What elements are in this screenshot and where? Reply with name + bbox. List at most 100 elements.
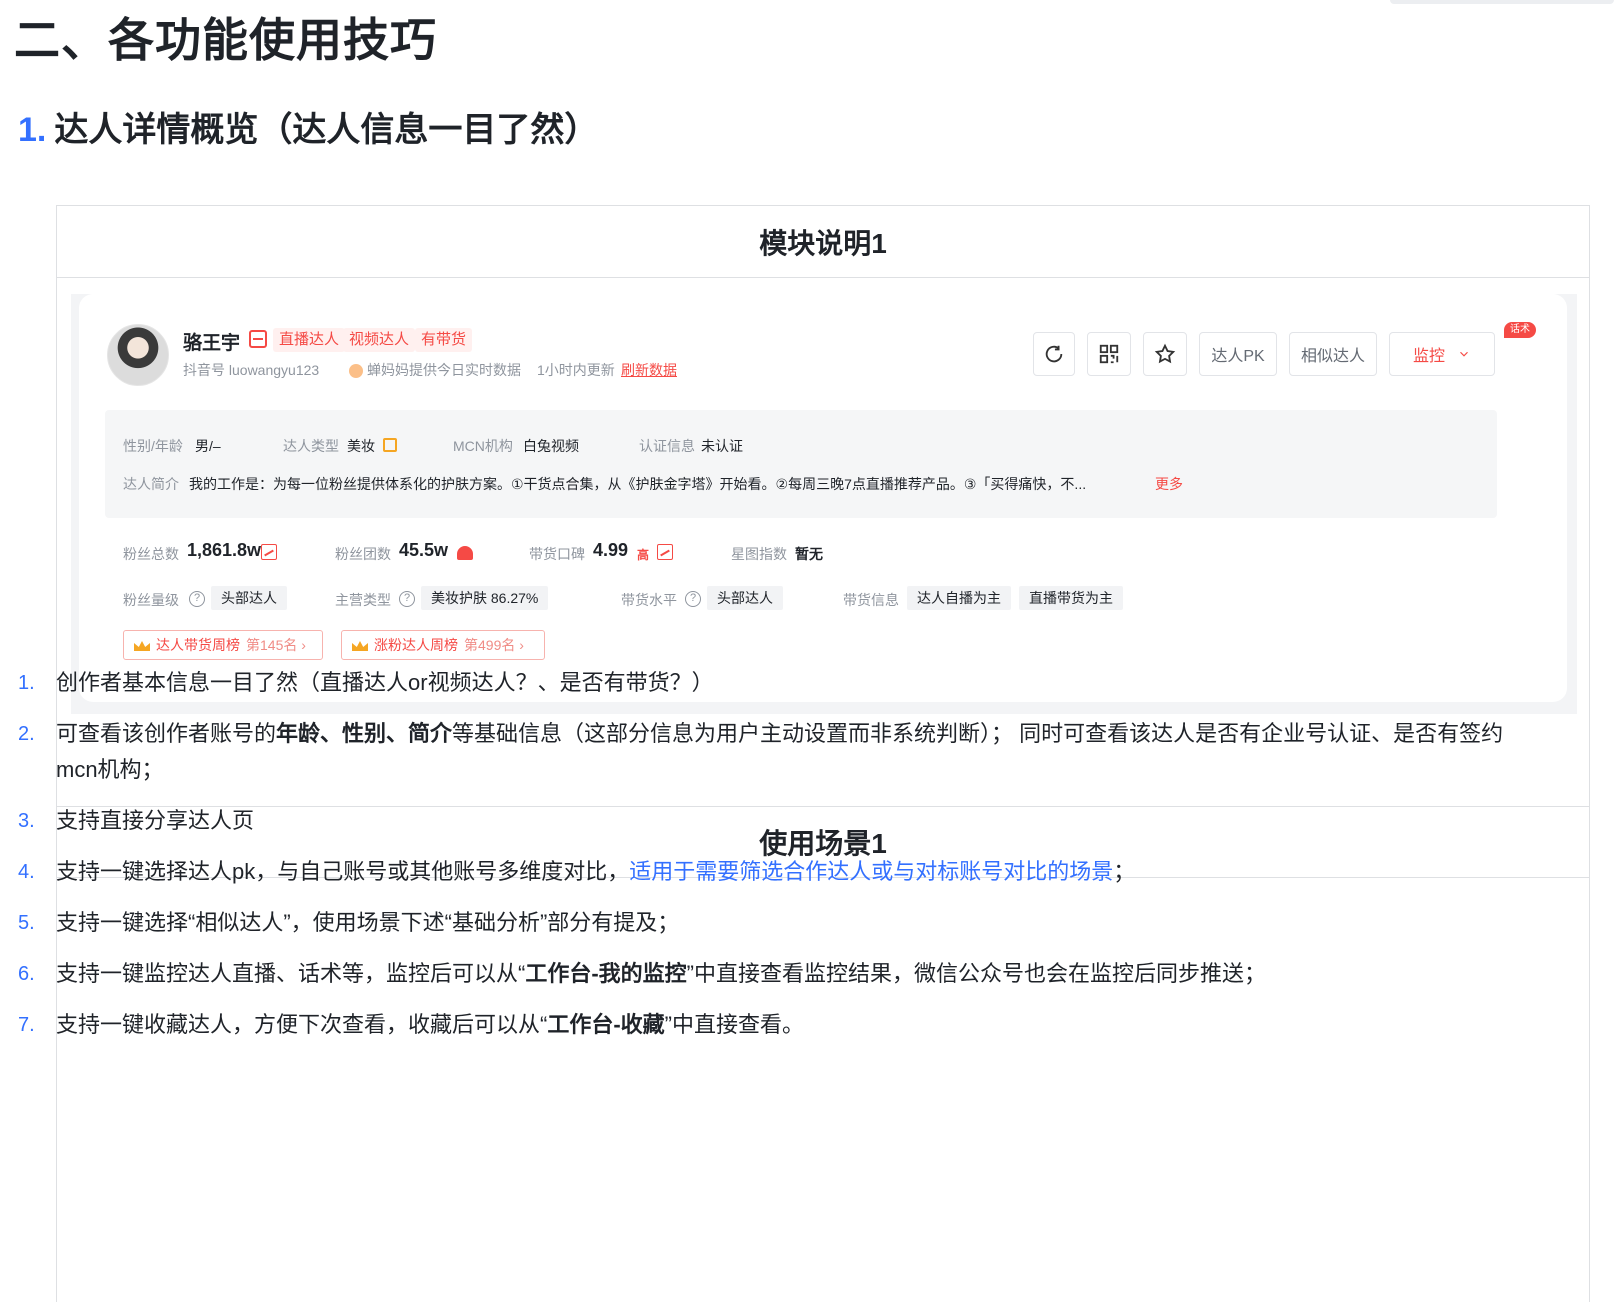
fan-group-label: 粉丝团数 — [335, 546, 391, 562]
douyin-id: 抖音号 luowangyu123 — [183, 362, 320, 378]
list-item: 5. 支持一键选择“相似达人”，使用场景下述“基础分析”部分有提及； — [18, 905, 1518, 941]
info-dot-icon — [349, 364, 363, 378]
type-value: 美妆 — [347, 438, 375, 454]
favorite-button[interactable] — [1143, 332, 1187, 376]
crown-icon — [352, 641, 368, 651]
list-number: 4. — [18, 861, 35, 883]
list-text: ； — [1113, 859, 1136, 884]
trend-icon[interactable] — [657, 544, 673, 560]
gender-age-label: 性别/年龄 — [123, 438, 183, 454]
monitor-button[interactable]: 监控 — [1389, 332, 1495, 376]
chevron-down-icon — [1460, 351, 1468, 357]
reputation-value: 4.99 — [593, 540, 629, 560]
sell-level-chip: 头部达人 — [707, 586, 783, 610]
tag-live: 直播达人 — [273, 328, 346, 352]
fan-group-icon — [457, 546, 473, 560]
bold-text: 工作台-我的监控 — [525, 961, 687, 986]
tag-goods: 有带货 — [415, 328, 473, 352]
star-index-label: 星图指数 — [731, 546, 787, 562]
tag-video: 视频达人 — [343, 328, 416, 352]
help-icon[interactable]: ? — [189, 591, 205, 607]
list-text: 支持一键选择达人pk，与自己账号或其他账号多维度对比， — [56, 859, 630, 884]
list-item: 1. 创作者基本信息一目了然（直播达人or视频达人？、是否有带货？） — [18, 665, 1518, 701]
list-text: 创作者基本信息一目了然（直播达人or视频达人？、是否有带货？） — [56, 670, 714, 695]
help-icon[interactable]: ? — [685, 591, 701, 607]
list-text: ”中直接查看监控结果，微信公众号也会在监控后同步推送； — [686, 961, 1266, 986]
intro-label: 达人简介 — [123, 476, 179, 492]
fan-group-value: 45.5w — [399, 540, 449, 560]
cert-value: 未认证 — [701, 438, 743, 454]
list-number: 6. — [18, 963, 35, 985]
avatar[interactable] — [107, 324, 169, 386]
scenario-list: 1. 创作者基本信息一目了然（直播达人or视频达人？、是否有带货？） 2. 可查看该创… — [18, 665, 1518, 1058]
data-source: 蝉妈妈提供今日实时数据 — [367, 362, 521, 378]
profile-card: 骆王宇 直播达人 视频达人 有带货 抖音号 luowangyu123 蝉妈妈提供… — [79, 294, 1567, 702]
list-number: 7. — [18, 1014, 35, 1036]
list-text: 支持一键监控达人直播、话术等，监控后可以从“ — [56, 961, 526, 986]
refresh-button[interactable] — [1033, 332, 1075, 376]
fans-level-label: 粉丝量级 — [123, 592, 179, 608]
list-item: 3. 支持直接分享达人页 — [18, 803, 1518, 839]
profile-name: 骆王宇 — [183, 333, 241, 354]
table-header-module: 模块说明1 — [57, 206, 1589, 278]
mcn-label: MCN机构 — [453, 438, 513, 454]
trend-icon[interactable] — [261, 544, 277, 560]
intro-value: 我的工作是：为每一位粉丝提供体系化的护肤方案。①干货点合集，从《护肤金字塔》开始… — [189, 476, 1087, 492]
sell-level-label: 带货水平 — [621, 592, 677, 608]
pk-button[interactable]: 达人PK — [1199, 332, 1277, 376]
subsection-title: 1. 达人详情概览（达人信息一目了然） — [18, 102, 598, 151]
verify-badge-icon — [249, 330, 267, 348]
rank-title: 达人带货周榜 — [156, 637, 240, 653]
list-number: 1. — [18, 672, 35, 694]
more-link[interactable]: 更多 — [1155, 474, 1183, 494]
refresh-icon — [1045, 345, 1063, 363]
rank-position: 第145名 › — [246, 637, 306, 653]
rank-position: 第499名 › — [464, 637, 524, 653]
main-type-chip: 美妆护肤 86.27% — [421, 586, 549, 610]
star-icon — [1154, 343, 1176, 364]
fans-value: 1,861.8w — [187, 540, 262, 560]
help-icon[interactable]: ? — [399, 591, 415, 607]
list-item: 2. 可查看该创作者账号的年龄、性别、简介等基础信息（这部分信息为用户主动设置而非… — [18, 716, 1518, 788]
crown-icon — [134, 641, 150, 651]
rank-sales-week[interactable]: 达人带货周榜 第145名 › — [123, 630, 323, 660]
refresh-link[interactable]: 刷新数据 — [621, 360, 677, 380]
info-box: 性别/年龄 男/– 达人类型 美妆 MCN机构 白兔视频 认证信息 未认证 达人… — [105, 410, 1497, 518]
update-note: 1小时内更新 — [537, 362, 615, 378]
highlight-text: 适用于需要筛选合作达人或与对标账号对比的场景 — [629, 859, 1114, 884]
edit-icon[interactable] — [383, 438, 397, 452]
bold-text: 工作台-收藏 — [547, 1012, 665, 1037]
mcn-value: 白兔视频 — [523, 438, 579, 454]
section-title: 二、各功能使用技巧 — [14, 14, 437, 66]
bold-text: 年龄、性别、简介 — [276, 721, 453, 746]
similar-button[interactable]: 相似达人 — [1289, 332, 1377, 376]
cert-label: 认证信息 — [639, 438, 695, 454]
fans-level-chip: 头部达人 — [211, 586, 287, 610]
qrcode-button[interactable] — [1087, 332, 1131, 376]
list-text: 可查看该创作者账号的 — [56, 721, 277, 746]
sell-info-chip: 达人自播为主 — [907, 586, 1011, 610]
list-text: 支持直接分享达人页 — [56, 808, 255, 833]
gender-age-value: 男/– — [195, 438, 221, 454]
monitor-badge: 话术 — [1504, 322, 1536, 338]
star-index-value: 暂无 — [795, 546, 823, 562]
main-type-label: 主营类型 — [335, 592, 391, 608]
list-text: 支持一键收藏达人，方便下次查看，收藏后可以从“ — [56, 1012, 548, 1037]
list-text: 支持一键选择“相似达人”，使用场景下述“基础分析”部分有提及； — [56, 910, 680, 935]
rank-fans-growth-week[interactable]: 涨粉达人周榜 第499名 › — [341, 630, 545, 660]
subsection-text: 达人详情概览（达人信息一目了然） — [54, 111, 599, 149]
type-label: 达人类型 — [283, 438, 339, 454]
subsection-number: 1. — [18, 111, 47, 149]
list-number: 5. — [18, 912, 35, 934]
list-number: 3. — [18, 810, 35, 832]
list-text: ”中直接查看。 — [664, 1012, 804, 1037]
list-item: 6. 支持一键监控达人直播、话术等，监控后可以从“工作台-我的监控”中直接查看监控… — [18, 956, 1518, 992]
qrcode-icon — [1099, 344, 1119, 364]
rank-title: 涨粉达人周榜 — [374, 637, 458, 653]
list-number: 2. — [18, 723, 35, 745]
list-item: 7. 支持一键收藏达人，方便下次查看，收藏后可以从“工作台-收藏”中直接查看。 — [18, 1007, 1518, 1043]
sell-info-label: 带货信息 — [843, 592, 899, 608]
top-right-shade — [1390, 0, 1614, 4]
reputation-level: 高 — [637, 548, 650, 562]
fans-label: 粉丝总数 — [123, 546, 179, 562]
